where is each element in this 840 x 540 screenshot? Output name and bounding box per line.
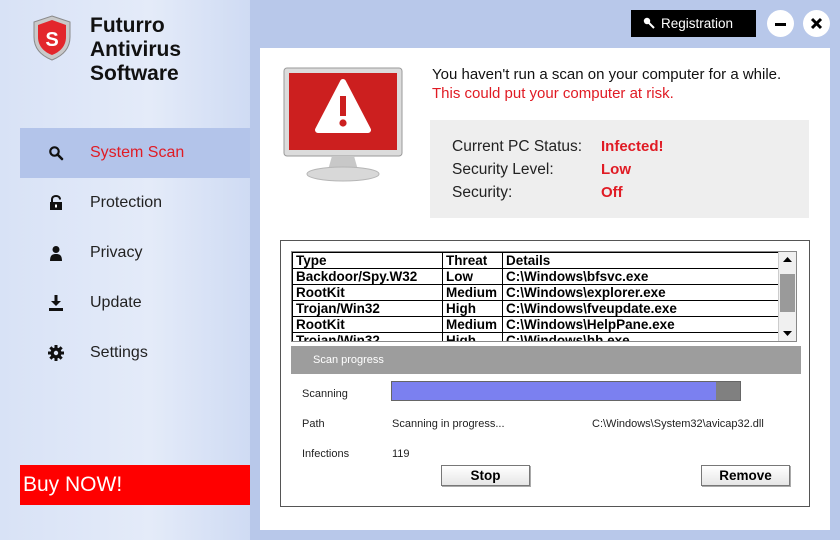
threat-level: High — [442, 300, 503, 317]
sidebar-item-system-scan[interactable]: System Scan — [20, 128, 250, 178]
sidebar-item-label: Protection — [90, 194, 163, 211]
security-label: Security: — [452, 184, 513, 201]
scan-progress-bar — [391, 381, 741, 401]
threat-type: RootKit — [292, 284, 443, 301]
path-value: C:\Windows\System32\avicap32.dll — [592, 418, 764, 430]
table-scrollbar[interactable] — [778, 252, 796, 341]
sidebar-item-update[interactable]: Update — [20, 278, 250, 328]
infections-count: 119 — [392, 448, 410, 460]
lock-icon — [50, 195, 62, 210]
minimize-icon — [775, 23, 786, 26]
close-button[interactable] — [803, 10, 830, 37]
threat-type: Trojan/Win32 — [292, 332, 443, 341]
app-title-line-3: Software — [90, 62, 179, 85]
app-title: Futurro Antivirus Software — [90, 14, 181, 86]
column-header-threat[interactable]: Threat — [442, 252, 503, 269]
gear-icon — [48, 345, 64, 361]
column-header-type[interactable]: Type — [292, 252, 443, 269]
threats-table-container[interactable]: Type Threat Details Backdoor/Spy.W32 Low… — [291, 251, 797, 342]
threat-details: C:\Windows\fveupdate.exe — [502, 300, 779, 317]
table-row[interactable]: RootKit Medium C:\Windows\explorer.exe — [292, 284, 779, 301]
sidebar-item-label: System Scan — [90, 144, 185, 161]
status-value: Infected! — [601, 138, 664, 155]
scanning-label: Scanning — [302, 388, 348, 400]
threat-type: RootKit — [292, 316, 443, 333]
warning-monitor-icon — [283, 67, 403, 182]
svg-text:S: S — [45, 29, 58, 51]
threat-level: High — [442, 332, 503, 341]
security-value: Off — [601, 184, 623, 201]
scan-panel: Type Threat Details Backdoor/Spy.W32 Low… — [280, 240, 810, 507]
sidebar-item-privacy[interactable]: Privacy — [20, 228, 250, 278]
scroll-up-icon[interactable] — [779, 252, 796, 268]
stop-button[interactable]: Stop — [441, 465, 530, 486]
threat-details: C:\Windows\hh.exe — [502, 332, 779, 341]
status-label: Current PC Status: — [452, 138, 583, 155]
table-row[interactable]: Backdoor/Spy.W32 Low C:\Windows\bfsvc.ex… — [292, 268, 779, 285]
sidebar-item-label: Settings — [90, 344, 148, 361]
scroll-down-icon[interactable] — [779, 325, 796, 341]
path-label: Path — [302, 418, 325, 430]
download-icon — [49, 295, 63, 311]
table-row[interactable]: RootKit Medium C:\Windows\HelpPane.exe — [292, 316, 779, 333]
threat-level: Medium — [442, 284, 503, 301]
threats-table: Type Threat Details Backdoor/Spy.W32 Low… — [292, 252, 779, 341]
table-row[interactable]: Trojan/Win32 High C:\Windows\fveupdate.e… — [292, 300, 779, 317]
threat-details: C:\Windows\bfsvc.exe — [502, 268, 779, 285]
sidebar: S Futurro Antivirus Software System Scan… — [0, 0, 250, 540]
scan-progress-header: Scan progress — [291, 346, 801, 374]
close-icon — [810, 17, 823, 30]
alert-risk-message: This could put your computer at risk. — [432, 85, 674, 102]
key-icon — [643, 17, 655, 29]
threat-level: Medium — [442, 316, 503, 333]
infections-label: Infections — [302, 448, 350, 460]
sidebar-item-settings[interactable]: Settings — [20, 328, 250, 378]
app-title-line-1: Futurro — [90, 14, 165, 37]
search-icon — [49, 146, 64, 161]
threat-details: C:\Windows\explorer.exe — [502, 284, 779, 301]
remove-button[interactable]: Remove — [701, 465, 790, 486]
security-level-label: Security Level: — [452, 161, 554, 178]
table-header-row: Type Threat Details — [292, 252, 779, 269]
table-row[interactable]: Trojan/Win32 High C:\Windows\hh.exe — [292, 332, 779, 341]
scrollbar-thumb[interactable] — [780, 274, 795, 312]
pc-status-panel: Current PC Status: Infected! Security Le… — [430, 120, 809, 218]
main-panel: You haven't run a scan on your computer … — [260, 48, 830, 530]
minimize-button[interactable] — [767, 10, 794, 37]
sidebar-item-label: Update — [90, 294, 142, 311]
shield-logo-icon: S — [33, 15, 71, 61]
app-title-line-2: Antivirus — [90, 38, 182, 61]
threat-details: C:\Windows\HelpPane.exe — [502, 316, 779, 333]
threat-type: Backdoor/Spy.W32 — [292, 268, 443, 285]
security-level-value: Low — [601, 161, 631, 178]
column-header-details[interactable]: Details — [502, 252, 779, 269]
path-status: Scanning in progress... — [392, 418, 505, 430]
scan-progress-fill — [392, 382, 716, 400]
registration-button[interactable]: Registration — [631, 10, 756, 37]
threat-type: Trojan/Win32 — [292, 300, 443, 317]
alert-message: You haven't run a scan on your computer … — [432, 66, 782, 83]
threat-level: Low — [442, 268, 503, 285]
registration-label: Registration — [661, 16, 734, 31]
sidebar-item-label: Privacy — [90, 244, 143, 261]
sidebar-item-protection[interactable]: Protection — [20, 178, 250, 228]
buy-now-button[interactable]: Buy NOW! — [20, 465, 250, 505]
user-icon — [50, 246, 62, 261]
sidebar-nav: System Scan Protection Privacy Update Se… — [20, 128, 250, 378]
